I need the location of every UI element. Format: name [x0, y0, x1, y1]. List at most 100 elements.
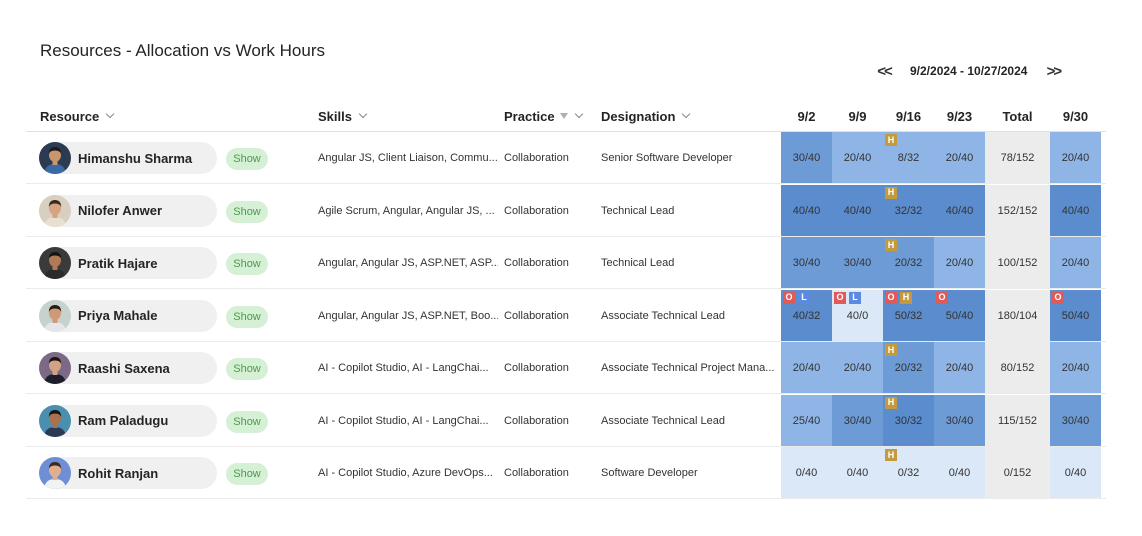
- allocation-cell[interactable]: 20/40: [934, 342, 985, 394]
- column-header-designation[interactable]: Designation: [601, 100, 691, 132]
- cell-badges: H: [885, 344, 897, 356]
- allocation-cell[interactable]: 20/40: [781, 342, 832, 394]
- show-button[interactable]: Show: [226, 253, 268, 275]
- allocation-cell[interactable]: 30/40: [781, 237, 832, 289]
- cell-badges: H: [885, 449, 897, 461]
- allocation-value: 30/40: [792, 152, 821, 164]
- allocation-cell[interactable]: H 20/32: [883, 237, 934, 289]
- resource-chip[interactable]: Priya Mahale: [39, 299, 217, 332]
- column-header-week: 9/2: [797, 108, 816, 124]
- allocation-value: 30/40: [843, 414, 872, 427]
- allocation-value: 25/40: [792, 414, 821, 427]
- avatar: [39, 247, 71, 279]
- allocation-value: 40/0: [846, 309, 869, 322]
- allocation-cell[interactable]: O L 40/0: [832, 289, 883, 342]
- show-button[interactable]: Show: [226, 148, 268, 170]
- allocation-cell[interactable]: 20/40: [1050, 132, 1101, 184]
- allocation-cell[interactable]: 0/40: [934, 447, 985, 499]
- table-row: Himanshu Sharma Show Angular JS, Client Li…: [0, 132, 1142, 184]
- resource-chip[interactable]: Rohit Ranjan: [39, 457, 217, 489]
- table-row: Rohit Ranjan Show AI - Copilot Studio, Azu…: [0, 447, 1142, 499]
- show-button[interactable]: Show: [226, 200, 268, 223]
- practice-cell: Collaboration: [504, 152, 569, 164]
- overallocated-badge: O: [834, 291, 846, 304]
- allocation-cell[interactable]: 30/40: [832, 237, 883, 289]
- show-button[interactable]: Show: [226, 410, 268, 433]
- allocation-cell[interactable]: 25/40: [781, 394, 832, 447]
- table-row: Priya Mahale Show Angular, Angular JS, ASP…: [0, 289, 1142, 342]
- allocation-cell[interactable]: 20/40: [1050, 237, 1101, 289]
- total-cell: 115/152: [985, 394, 1050, 447]
- column-header-resource[interactable]: Resource: [40, 100, 115, 132]
- holiday-badge: H: [900, 291, 912, 304]
- resource-chip[interactable]: Nilofer Anwer: [39, 194, 217, 227]
- allocation-cell[interactable]: O H 50/32: [883, 289, 934, 342]
- cell-badges: OL: [834, 291, 861, 304]
- allocation-value: 20/40: [843, 152, 872, 164]
- chevron-down-icon: [682, 109, 691, 119]
- allocation-cell[interactable]: H 0/32: [883, 447, 934, 499]
- allocation-value: 20/40: [945, 362, 974, 374]
- leave-badge: L: [798, 291, 810, 304]
- resource-name: Ram Paladugu: [78, 413, 169, 428]
- total-cell: 180/104: [985, 289, 1050, 342]
- allocation-cell[interactable]: 40/40: [1050, 184, 1101, 237]
- allocation-cell[interactable]: H 32/32: [883, 184, 934, 237]
- allocation-cell[interactable]: 40/40: [934, 184, 985, 237]
- designation-cell: Associate Technical Lead: [601, 309, 725, 322]
- allocation-cell[interactable]: O 50/40: [934, 289, 985, 342]
- allocation-value: 40/40: [843, 204, 872, 217]
- holiday-badge: H: [885, 344, 897, 356]
- allocation-cell[interactable]: 40/40: [832, 184, 883, 237]
- holiday-badge: H: [885, 239, 897, 251]
- allocation-value: 20/40: [1061, 152, 1090, 164]
- allocation-value: 50/32: [894, 309, 923, 322]
- allocation-cell[interactable]: 30/40: [1050, 394, 1101, 447]
- allocation-cell[interactable]: H 20/32: [883, 342, 934, 394]
- prev-period-button[interactable]: <<: [872, 60, 896, 82]
- resource-chip[interactable]: Ram Paladugu: [39, 404, 217, 437]
- allocation-cell[interactable]: 30/40: [781, 132, 832, 184]
- column-header-practice[interactable]: Practice: [504, 100, 583, 132]
- filter-icon[interactable]: [559, 113, 568, 119]
- column-header-practice-label: Practice: [504, 108, 555, 124]
- resource-name: Himanshu Sharma: [78, 150, 193, 166]
- allocation-cell[interactable]: O 50/40: [1050, 289, 1101, 342]
- page-title: Resources - Allocation vs Work Hours: [40, 41, 326, 60]
- allocation-cell[interactable]: 20/40: [832, 132, 883, 184]
- chevron-down-icon: [358, 109, 368, 119]
- designation-cell: Technical Lead: [601, 204, 675, 217]
- allocation-cell[interactable]: 0/40: [832, 447, 883, 499]
- allocation-cell[interactable]: 40/40: [781, 184, 832, 237]
- designation-cell: Software Developer: [601, 467, 698, 479]
- resource-chip[interactable]: Raashi Saxena: [39, 352, 217, 384]
- allocation-cell[interactable]: 30/40: [934, 394, 985, 447]
- allocation-cell[interactable]: 20/40: [934, 132, 985, 184]
- column-header-week: 9/23: [946, 108, 973, 124]
- show-button[interactable]: Show: [226, 463, 268, 485]
- table-row: Pratik Hajare Show Angular, Angular JS, AS…: [0, 237, 1142, 289]
- show-button[interactable]: Show: [226, 305, 268, 328]
- resource-chip[interactable]: Pratik Hajare: [39, 247, 217, 279]
- allocation-cell[interactable]: 30/40: [832, 394, 883, 447]
- allocation-cell[interactable]: 0/40: [1050, 447, 1101, 499]
- total-cell: 152/152: [985, 184, 1050, 237]
- allocation-cell[interactable]: H 8/32: [883, 132, 934, 184]
- allocation-cell[interactable]: O L 40/32: [781, 289, 832, 342]
- column-header-skills[interactable]: Skills: [318, 100, 368, 132]
- practice-cell: Collaboration: [504, 362, 569, 374]
- allocation-cell[interactable]: 20/40: [934, 237, 985, 289]
- table-header: Resource Skills Practice Designation 9/2…: [0, 100, 1142, 132]
- allocation-cell[interactable]: 20/40: [1050, 342, 1101, 394]
- cell-badges: O: [1052, 291, 1064, 304]
- show-button[interactable]: Show: [226, 358, 268, 380]
- resource-chip[interactable]: Himanshu Sharma: [39, 142, 217, 174]
- chevron-down-icon: [574, 109, 583, 119]
- next-period-button[interactable]: >>: [1041, 60, 1065, 82]
- allocation-cell[interactable]: H 30/32: [883, 394, 934, 447]
- holiday-badge: H: [885, 396, 897, 409]
- holiday-badge: H: [885, 134, 897, 146]
- skills-cell: Agile Scrum, Angular, Angular JS, ...: [318, 204, 495, 217]
- allocation-cell[interactable]: 20/40: [832, 342, 883, 394]
- allocation-cell[interactable]: 0/40: [781, 447, 832, 499]
